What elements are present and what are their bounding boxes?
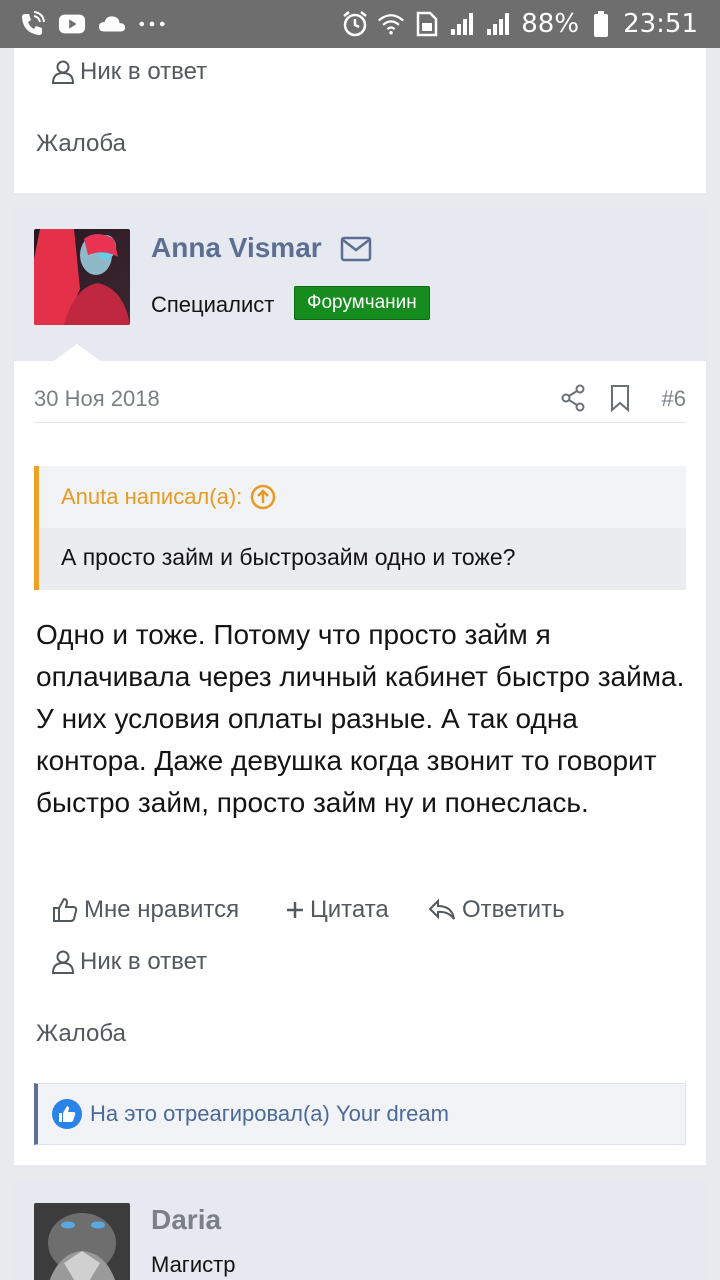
forum-thread: Ник в ответ Жалоба Anna Vismar Специалис… <box>0 48 720 1280</box>
like-reaction-icon <box>52 1099 82 1129</box>
previous-post-footer: Ник в ответ Жалоба <box>14 48 706 193</box>
reply-button[interactable]: Ответить <box>428 896 565 924</box>
more-icon <box>138 10 166 38</box>
reply-icon <box>428 898 455 920</box>
quote-author[interactable]: Anuta написал(а): <box>61 484 242 510</box>
user-title: Специалист <box>151 292 275 317</box>
clock: 23:51 <box>623 9 698 39</box>
like-label: Мне нравится <box>84 896 240 923</box>
plus-icon <box>287 902 303 918</box>
author-name[interactable]: Anna Vismar <box>151 232 322 264</box>
quote-button[interactable]: Цитата <box>286 896 389 924</box>
nick-reply-label: Ник в ответ <box>80 58 208 85</box>
post-number[interactable]: #6 <box>662 386 686 412</box>
arrow-up-circle-icon[interactable] <box>250 484 276 510</box>
avatar[interactable] <box>34 229 130 325</box>
quote-label: Цитата <box>310 896 389 923</box>
avatar-next[interactable] <box>34 1203 130 1280</box>
report-link-top[interactable]: Жалоба <box>36 130 126 158</box>
bookmark-icon[interactable] <box>610 384 630 417</box>
nick-reply-label: Ник в ответ <box>80 948 208 975</box>
cloud-icon <box>98 10 126 38</box>
thumbs-up-icon <box>53 897 78 922</box>
reactions-bar[interactable]: На это отреагировал(а) Your dream <box>34 1083 686 1145</box>
wifi-calling-icon <box>18 10 46 38</box>
user-title-next: Магистр <box>151 1252 236 1277</box>
quote-header[interactable]: Anuta написал(а): <box>61 484 276 510</box>
user-badge: Форумчанин <box>294 286 430 320</box>
post-date[interactable]: 30 Ноя 2018 <box>34 386 160 412</box>
user-icon <box>52 60 74 84</box>
share-icon[interactable] <box>560 384 586 417</box>
post-user-header: Anna Vismar Специалист Форумчанин <box>14 208 706 361</box>
signal-icon-1 <box>449 10 477 38</box>
quote-block: Anuta написал(а): А просто займ и быстро… <box>34 466 686 590</box>
user-icon <box>52 950 74 974</box>
alarm-icon <box>341 10 369 38</box>
reply-label: Ответить <box>462 896 565 923</box>
status-bar-right: 88% 23:51 <box>341 9 698 39</box>
report-link[interactable]: Жалоба <box>36 1020 126 1048</box>
next-post-user-header: Daria Магистр <box>14 1180 706 1280</box>
youtube-icon <box>58 10 86 38</box>
like-button[interactable]: Мне нравится <box>52 896 239 924</box>
sim-icon <box>413 10 441 38</box>
status-bar: 88% 23:51 <box>0 0 720 48</box>
battery-icon <box>587 10 615 38</box>
divider <box>34 422 686 423</box>
battery-percent: 88% <box>521 9 580 39</box>
header-pointer <box>52 344 102 362</box>
author-name-next[interactable]: Daria <box>151 1204 221 1236</box>
reaction-text[interactable]: На это отреагировал(а) Your dream <box>90 1101 449 1127</box>
post-body: Одно и тоже. Потому что просто займ я оп… <box>36 619 685 818</box>
nick-reply-button[interactable]: Ник в ответ <box>52 948 207 976</box>
wifi-icon <box>377 10 405 38</box>
mail-icon[interactable] <box>340 236 372 267</box>
signal-icon-2 <box>485 10 513 38</box>
quote-text: А просто займ и быстрозайм одно и тоже? <box>39 528 686 590</box>
status-bar-left-icons <box>18 10 166 38</box>
nick-reply-button-top[interactable]: Ник в ответ <box>52 58 207 86</box>
